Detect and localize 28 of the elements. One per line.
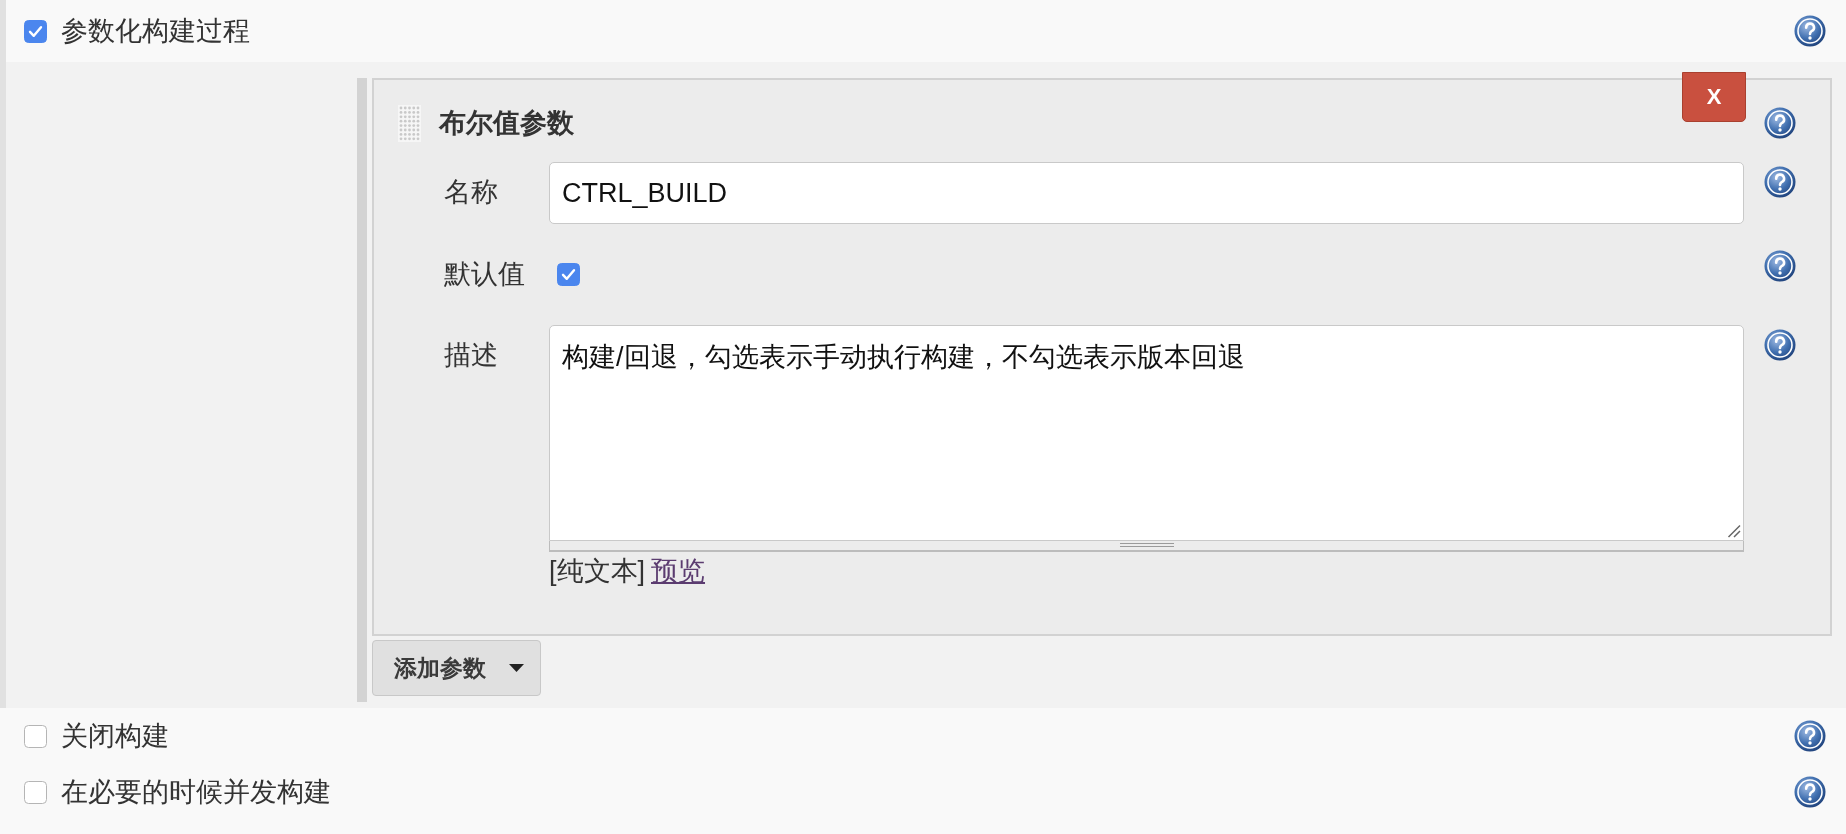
help-icon[interactable] xyxy=(1764,107,1796,139)
option-label: 关闭构建 xyxy=(61,720,169,753)
add-parameter-button[interactable]: 添加参数 xyxy=(372,640,541,696)
checkbox[interactable] xyxy=(24,780,47,804)
help-icon[interactable] xyxy=(1794,720,1826,752)
checkbox[interactable] xyxy=(557,262,580,286)
caret-icon xyxy=(509,664,524,672)
delete-button[interactable]: X xyxy=(1682,72,1746,122)
help-icon[interactable] xyxy=(1764,250,1796,282)
field-label: 名称 xyxy=(444,176,499,209)
resize-grip-icon[interactable] xyxy=(1727,524,1741,538)
help-icon[interactable] xyxy=(1764,329,1796,361)
option-label: 参数化构建过程 xyxy=(61,15,250,48)
help-icon[interactable] xyxy=(1794,776,1826,808)
checkbox[interactable] xyxy=(24,19,47,43)
checkbox[interactable] xyxy=(24,724,47,748)
field-label: 默认值 xyxy=(444,258,526,291)
help-icon[interactable] xyxy=(1794,15,1826,47)
field-label: 描述 xyxy=(444,339,499,372)
description-textarea[interactable]: 构建/回退，勾选表示手动执行构建，不勾选表示版本回退 xyxy=(549,325,1744,541)
grip-lines-icon xyxy=(1119,542,1174,548)
option-label: 在必要的时候并发构建 xyxy=(61,776,331,809)
preview-link[interactable]: 预览 xyxy=(651,556,705,586)
help-icon[interactable] xyxy=(1764,166,1796,198)
text-input[interactable]: CTRL_BUILD xyxy=(549,162,1744,224)
parameter-title: 布尔值参数 xyxy=(439,107,574,140)
drag-handle-icon[interactable] xyxy=(398,104,421,142)
format-label: [纯文本] xyxy=(549,556,645,586)
